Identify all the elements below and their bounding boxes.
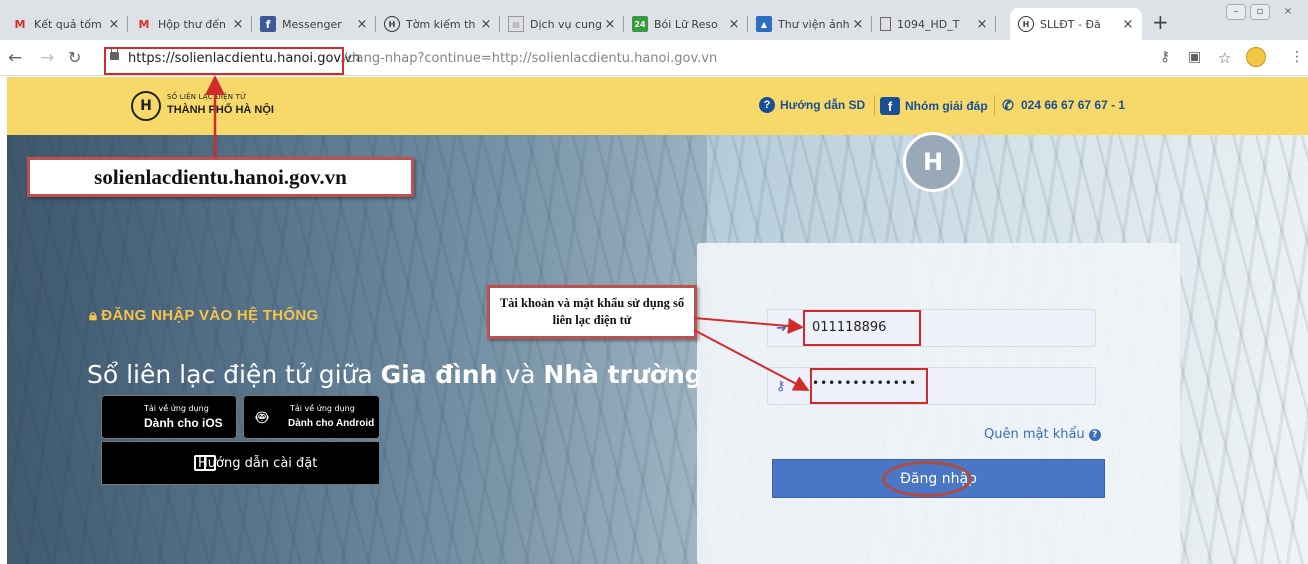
translate-icon[interactable]: ▣ <box>1188 49 1201 65</box>
forward-arrow-icon[interactable]: → <box>40 48 54 68</box>
close-icon[interactable]: × <box>230 17 246 32</box>
browser-tab-active[interactable]: H SLLĐT - Đă × <box>1010 8 1142 40</box>
tagline: Sổ liên lạc điện tử giữa Gia đình và Nhà… <box>87 360 703 389</box>
menu-icon[interactable]: ⋮ <box>1290 49 1304 65</box>
login-heading: 🔒︎ ĐĂNG NHẬP VÀO HỆ THỐNG <box>89 307 319 324</box>
ios-download-button[interactable]: Tải về ứng dụng Dành cho iOS <box>101 395 237 439</box>
star-icon[interactable]: ☆ <box>1218 49 1231 67</box>
site-header: H SỐ LIÊN LẠC ĐIỆN TỬ THÀNH PHỐ HÀ NỘI ?… <box>7 77 1308 135</box>
close-icon[interactable]: × <box>974 17 990 32</box>
close-icon[interactable]: × <box>354 17 370 32</box>
user-icon: ➜ <box>776 321 787 336</box>
close-window-button[interactable]: × <box>1278 4 1298 20</box>
close-icon[interactable]: × <box>106 17 122 32</box>
phone-link[interactable]: ✆ 024 66 67 67 67 - 1 <box>1000 97 1125 113</box>
browser-tab-6[interactable]: 24 Bói Lữ Reso × <box>624 8 748 40</box>
password-highlight-box <box>810 368 928 404</box>
browser-tab-1[interactable]: M Kết quả tốm × <box>4 8 128 40</box>
hanoi-logo-icon[interactable]: H <box>131 91 161 121</box>
gmail-icon: M <box>14 17 26 31</box>
android-download-button[interactable]: 🤖︎ Tải về ứng dụng Dành cho Android <box>243 395 380 439</box>
credentials-annotation-callout: Tài khoản và mật khẩu sử dụng sổ liên lạ… <box>487 285 697 339</box>
key-icon[interactable]: ⚷ <box>1160 49 1170 65</box>
book-icon <box>194 455 216 471</box>
question-icon: ? <box>759 97 775 113</box>
close-icon[interactable]: × <box>850 17 866 32</box>
document-icon: ▤ <box>508 16 524 32</box>
image-icon: ▲ <box>756 16 772 32</box>
browser-tab-7[interactable]: ▲ Thư viện ảnh × <box>748 8 872 40</box>
hanoi-logo-icon: H <box>384 16 400 32</box>
question-icon: ? <box>1088 428 1101 441</box>
back-arrow-icon[interactable]: ← <box>8 48 22 68</box>
browser-tab-3[interactable]: f Messenger × <box>252 8 376 40</box>
close-icon[interactable]: × <box>726 17 742 32</box>
facebook-icon: f <box>880 97 900 115</box>
hanoi-logo-icon: H <box>1018 16 1034 32</box>
browser-tab-8[interactable]: 1094_HD_T × <box>872 8 996 40</box>
reload-icon[interactable]: ↻ <box>68 48 81 67</box>
help-link[interactable]: ? Hướng dẫn SD <box>759 97 865 113</box>
install-guide-button[interactable]: Hướng dẫn cài đặt <box>101 441 380 485</box>
forgot-password-link[interactable]: Quên mật khẩu? <box>984 427 1101 442</box>
key-icon: ⚷ <box>776 379 786 394</box>
file-icon <box>880 17 891 31</box>
24-icon: 24 <box>632 16 648 32</box>
brand-title: THÀNH PHỐ HÀ NỘI <box>167 104 274 116</box>
gmail-icon: M <box>138 17 150 31</box>
background-overlay <box>7 135 707 564</box>
username-highlight-box <box>803 310 921 346</box>
url-highlight-box <box>104 47 344 75</box>
close-icon[interactable]: × <box>1120 17 1136 32</box>
support-group-link[interactable]: f Nhóm giải đáp <box>880 97 988 115</box>
browser-tab-5[interactable]: ▤ Dịch vụ cung × <box>500 8 624 40</box>
android-icon: 🤖︎ <box>256 405 268 429</box>
brand-subtitle: SỐ LIÊN LẠC ĐIỆN TỬ <box>167 93 247 101</box>
facebook-icon: f <box>260 16 276 32</box>
browser-tab-2[interactable]: M Hộp thư đến × <box>128 8 252 40</box>
maximize-button[interactable]: ▫ <box>1250 4 1270 20</box>
url-annotation-callout: solienlacdientu.hanoi.gov.vn <box>27 157 414 197</box>
browser-tab-4[interactable]: H Tờm kiếm th × <box>376 8 500 40</box>
login-button-highlight <box>882 461 972 497</box>
hanoi-logo-icon: H <box>903 132 963 192</box>
phone-icon: ✆ <box>1002 96 1014 113</box>
url-path[interactable]: /dang-nhap?continue=http://solienlacdien… <box>343 46 717 72</box>
close-icon[interactable]: × <box>478 17 494 32</box>
new-tab-button[interactable]: + <box>1152 10 1169 34</box>
profile-avatar-icon[interactable] <box>1246 47 1266 67</box>
browser-tab-strip: M Kết quả tốm × M Hộp thư đến × f Messen… <box>0 0 1308 40</box>
minimize-button[interactable]: – <box>1226 4 1246 20</box>
close-icon[interactable]: × <box>602 17 618 32</box>
lock-icon: 🔒︎ <box>89 307 98 324</box>
